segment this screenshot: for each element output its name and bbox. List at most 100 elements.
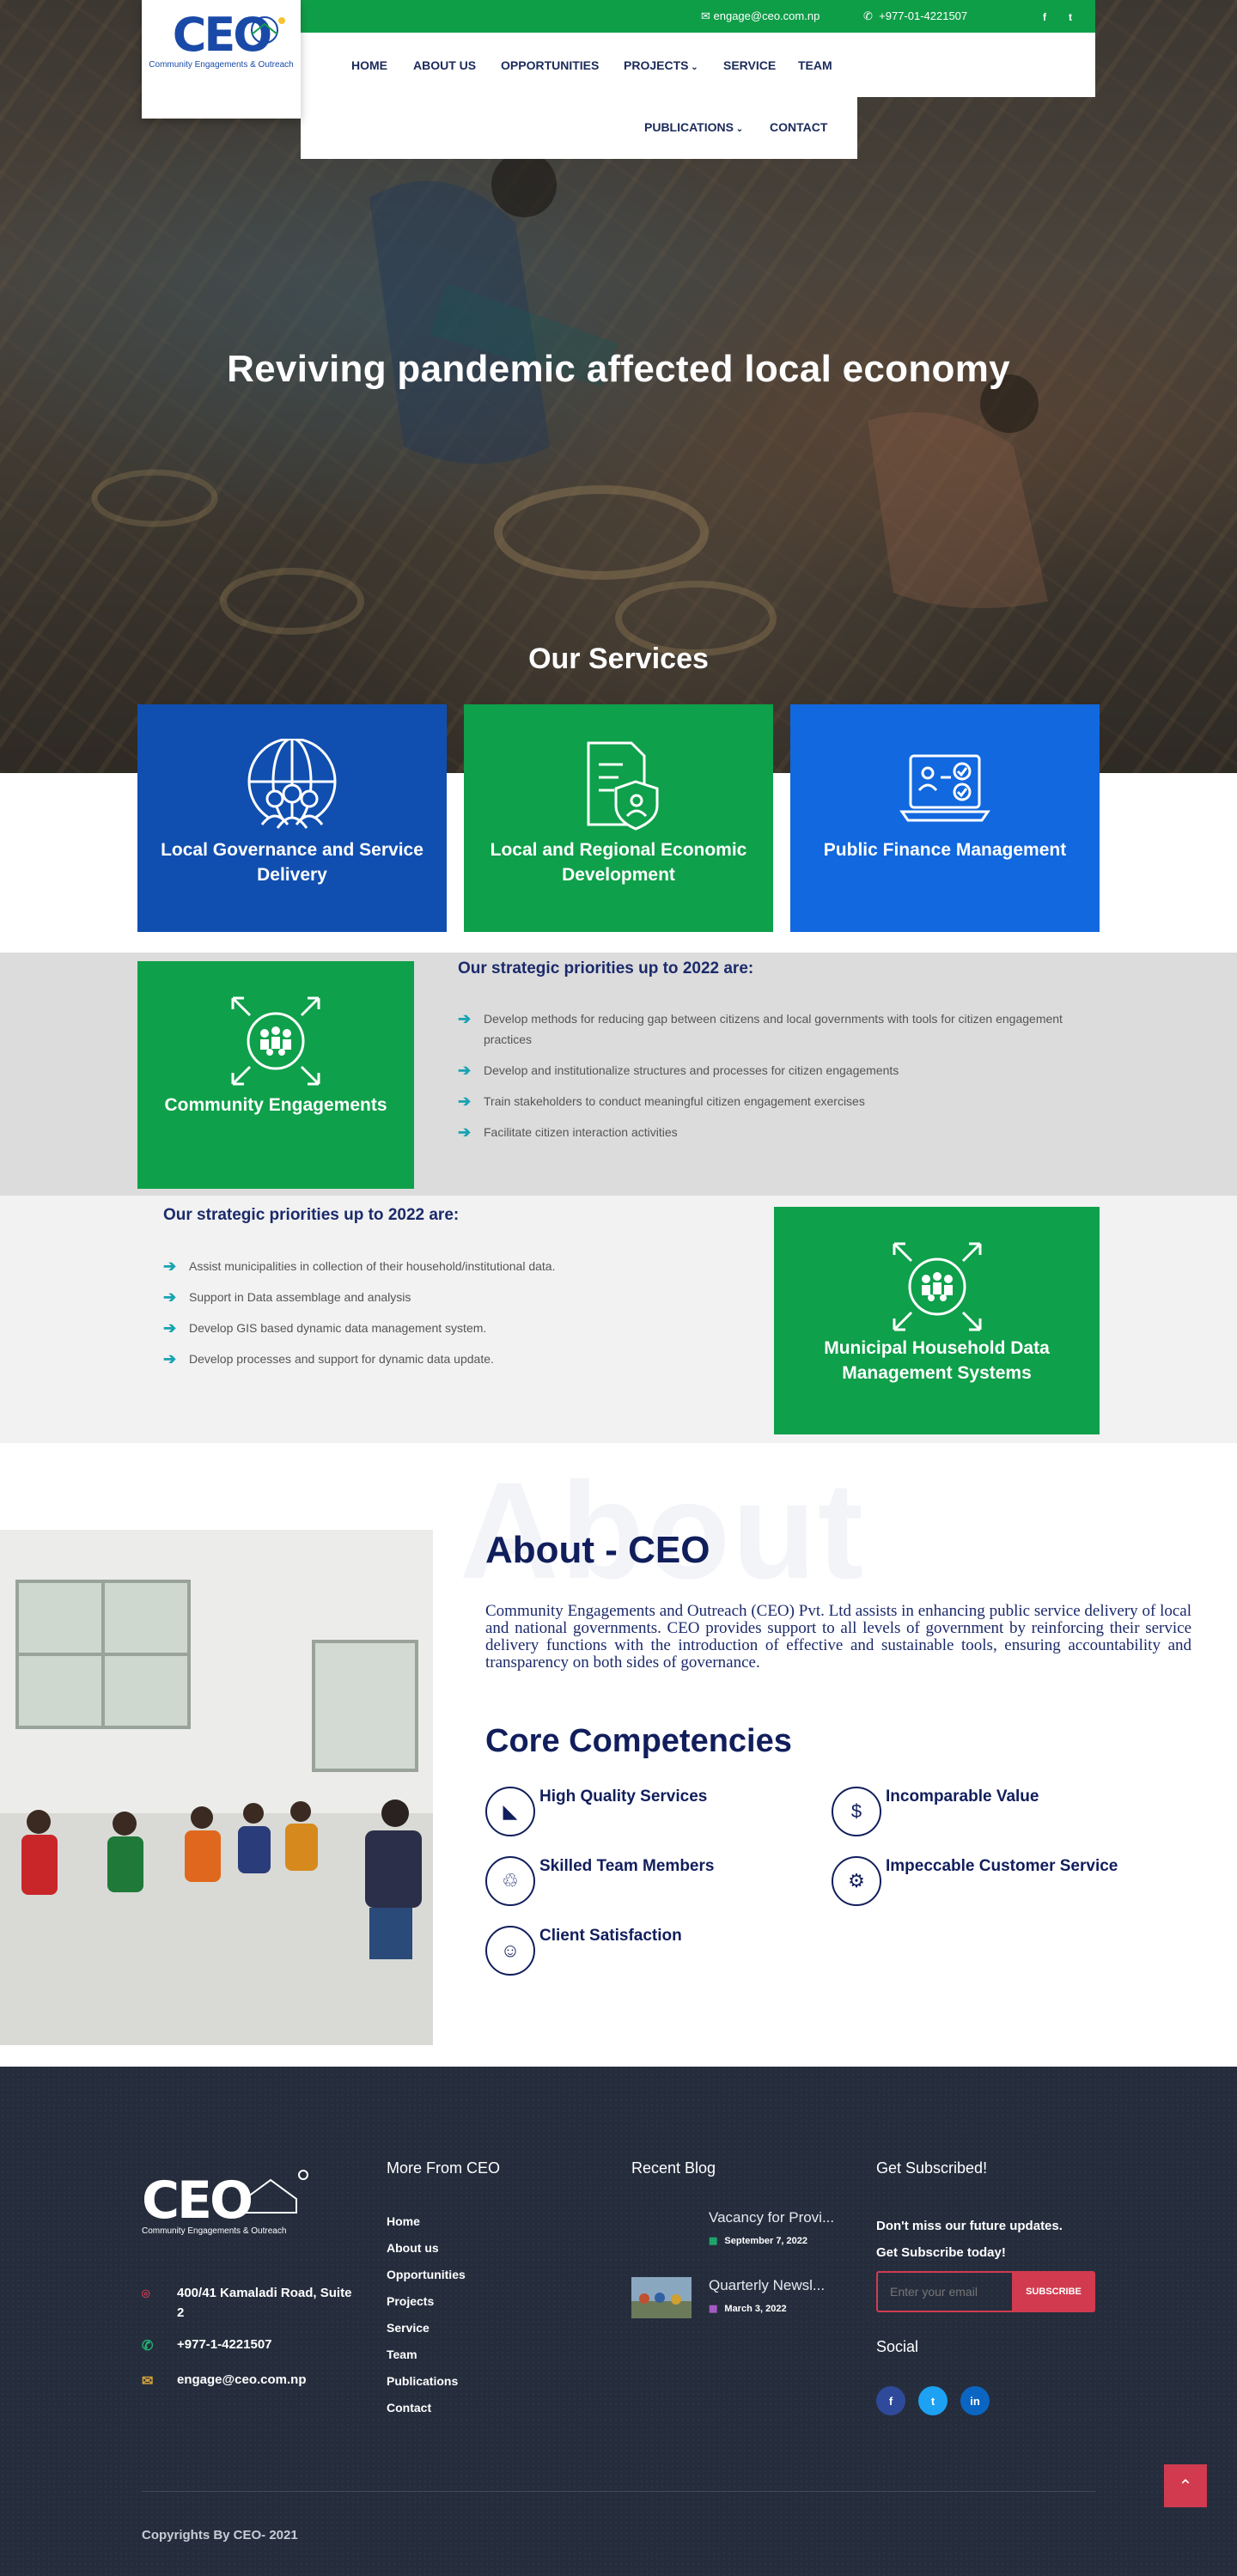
nav-publications[interactable]: PUBLICATIONS ⌄: [644, 120, 743, 134]
about-photo: [0, 1530, 433, 2045]
smile-icon: ☺: [485, 1926, 535, 1976]
competency-label: High Quality Services: [539, 1787, 708, 1806]
twitter-icon[interactable]: t: [1069, 11, 1072, 23]
blog-post-title: Vacancy for Provi...: [709, 2209, 835, 2226]
nav-publications-label: PUBLICATIONS: [644, 120, 734, 134]
competency-label: Client Satisfaction: [539, 1927, 682, 1945]
calendar-icon: ▦: [709, 2236, 718, 2246]
footer-link-contact[interactable]: Contact: [387, 2395, 466, 2421]
services-heading: Our Services: [528, 642, 709, 675]
priority-text: Facilitate citizen interaction activitie…: [484, 1125, 678, 1139]
copyright-text: Copyrights By CEO- 2021: [142, 2528, 298, 2543]
footer-link-projects[interactable]: Projects: [387, 2288, 466, 2315]
hero-title: Reviving pandemic affected local economy: [227, 348, 1010, 390]
facebook-icon[interactable]: f: [1043, 11, 1046, 23]
service-card-economic[interactable]: Local and Regional Economic Development: [464, 704, 773, 932]
footer-link-opportunities[interactable]: Opportunities: [387, 2262, 466, 2288]
arrow-right-icon: ➔: [458, 1010, 472, 1027]
logo-house-icon: [251, 16, 285, 44]
nav-about-us[interactable]: ABOUT US: [413, 58, 476, 72]
document-shield-icon: [587, 741, 659, 831]
household-data-label: Municipal Household Data Management Syst…: [824, 1338, 1050, 1383]
topbar-phone[interactable]: ✆ +977-01-4221507: [863, 9, 967, 23]
footer-link-team[interactable]: Team: [387, 2342, 466, 2368]
footer-address-text: 400/41 Kamaladi Road, Suite 2: [177, 2286, 352, 2320]
topbar-email-text: engage@ceo.com.np: [713, 9, 820, 22]
chevron-up-icon: ⌃: [1178, 2476, 1193, 2496]
footer-blog-title: Recent Blog: [631, 2159, 716, 2177]
footer-subscribe-title: Get Subscribed!: [876, 2159, 988, 2177]
linkedin-icon[interactable]: in: [960, 2386, 990, 2415]
team-icon: ♲: [485, 1856, 535, 1906]
facebook-icon[interactable]: f: [876, 2386, 905, 2415]
priority-text: Develop GIS based dynamic data managemen…: [189, 1321, 487, 1335]
globe-people-icon: [247, 739, 337, 829]
top-contact-bar: ✉ engage@ceo.com.np ✆ +977-01-4221507 f …: [301, 0, 1095, 33]
blog-post-2[interactable]: Quarterly Newsl... ▦ March 3, 2022: [631, 2277, 846, 2320]
footer-logo-subtitle: Community Engagements & Outreach: [142, 2226, 287, 2236]
arrow-right-icon: ➔: [458, 1124, 472, 1141]
back-to-top-button[interactable]: ⌃: [1164, 2464, 1207, 2507]
main-nav-row-1: HOME ABOUT US OPPORTUNITIES PROJECTS ⌄ S…: [301, 33, 1095, 97]
group-arrows-icon: [893, 1242, 982, 1331]
household-data-section: Our strategic priorities up to 2022 are:…: [0, 1196, 1237, 1443]
priority-text: Support in Data assemblage and analysis: [189, 1290, 411, 1304]
logo-subtitle: Community Engagements & Outreach: [149, 60, 294, 70]
list-item: ➔ Develop methods for reducing gap betwee…: [458, 1008, 1094, 1050]
service-card-governance[interactable]: Local Governance and Service Delivery: [137, 704, 447, 932]
subscribe-text: Don't miss our future updates. Get Subsc…: [876, 2213, 1063, 2266]
nav-service[interactable]: SERVICE: [723, 58, 776, 72]
service-label-economic: Local and Regional Economic Development: [490, 840, 747, 885]
footer-logo[interactable]: CEO Community Engagements & Outreach: [142, 2170, 308, 2236]
footer-link-publications[interactable]: Publications: [387, 2368, 466, 2395]
subscribe-text-line-2: Get Subscribe today!: [876, 2245, 1006, 2260]
quality-icon: ◣: [485, 1787, 535, 1836]
subscribe-button[interactable]: SUBSCRIBE: [1012, 2271, 1095, 2312]
nav-home[interactable]: HOME: [351, 58, 387, 72]
about-title: About - CEO: [485, 1529, 710, 1571]
community-engagements-box[interactable]: Community Engagements: [137, 961, 414, 1189]
priority-text: Assist municipalities in collection of t…: [189, 1259, 556, 1273]
blog-post-1[interactable]: Vacancy for Provi... ▦ September 7, 2022: [631, 2209, 846, 2252]
footer-link-home[interactable]: Home: [387, 2208, 466, 2235]
subscribe-email-input[interactable]: [876, 2271, 1014, 2312]
nav-projects[interactable]: PROJECTS ⌄: [624, 58, 698, 72]
footer-link-service[interactable]: Service: [387, 2315, 466, 2342]
household-data-box[interactable]: Municipal Household Data Management Syst…: [774, 1207, 1100, 1434]
community-section: Community Engagements Our strategic prio…: [0, 953, 1237, 1196]
core-competencies-title: Core Competencies: [485, 1723, 792, 1759]
competency-label: Impeccable Customer Service: [886, 1857, 1118, 1875]
calendar-icon: ▦: [709, 2304, 718, 2314]
blog-post-title: Quarterly Newsl...: [709, 2277, 826, 2293]
subscribe-text-line-1: Don't miss our future updates.: [876, 2219, 1063, 2233]
list-item: ➔ Develop GIS based dynamic data manageme…: [163, 1318, 722, 1338]
arrow-right-icon: ➔: [458, 1062, 472, 1079]
footer-links: Home About us Opportunities Projects Ser…: [387, 2208, 466, 2421]
main-nav-row-2: PUBLICATIONS ⌄ CONTACT: [301, 97, 857, 159]
service-card-finance[interactable]: Public Finance Management: [790, 704, 1100, 932]
topbar-email[interactable]: ✉ engage@ceo.com.np: [701, 9, 820, 23]
arrow-right-icon: ➔: [163, 1288, 177, 1306]
nav-opportunities[interactable]: OPPORTUNITIES: [501, 58, 599, 72]
footer-logo-house-icon: [244, 2170, 308, 2214]
value-icon: $: [832, 1787, 881, 1836]
footer-more-title: More From CEO: [387, 2159, 501, 2177]
blog-post-date: ▦ September 7, 2022: [709, 2235, 807, 2246]
nav-projects-label: PROJECTS: [624, 58, 689, 72]
nav-team[interactable]: TEAM: [798, 58, 832, 72]
laptop-checklist-icon: [899, 754, 990, 822]
service-label-finance: Public Finance Management: [823, 840, 1067, 860]
household-priorities-title: Our strategic priorities up to 2022 are:: [163, 1206, 460, 1224]
list-item: ➔ Assist municipalities in collection of …: [163, 1256, 722, 1276]
blog-thumbnail: [631, 2277, 692, 2318]
nav-contact[interactable]: CONTACT: [770, 120, 827, 134]
footer-link-about[interactable]: About us: [387, 2235, 466, 2262]
site-logo[interactable]: CEO Community Engagements & Outreach: [142, 0, 301, 119]
footer-divider: [142, 2491, 1095, 2492]
list-item: ➔ Support in Data assemblage and analysis: [163, 1287, 722, 1307]
twitter-icon[interactable]: t: [918, 2386, 948, 2415]
envelope-icon: ✉: [701, 9, 714, 22]
blog-date-text: March 3, 2022: [724, 2304, 787, 2314]
priority-text: Develop and institutionalize structures …: [484, 1063, 899, 1077]
list-item: ➔ Develop and institutionalize structures…: [458, 1060, 1094, 1081]
